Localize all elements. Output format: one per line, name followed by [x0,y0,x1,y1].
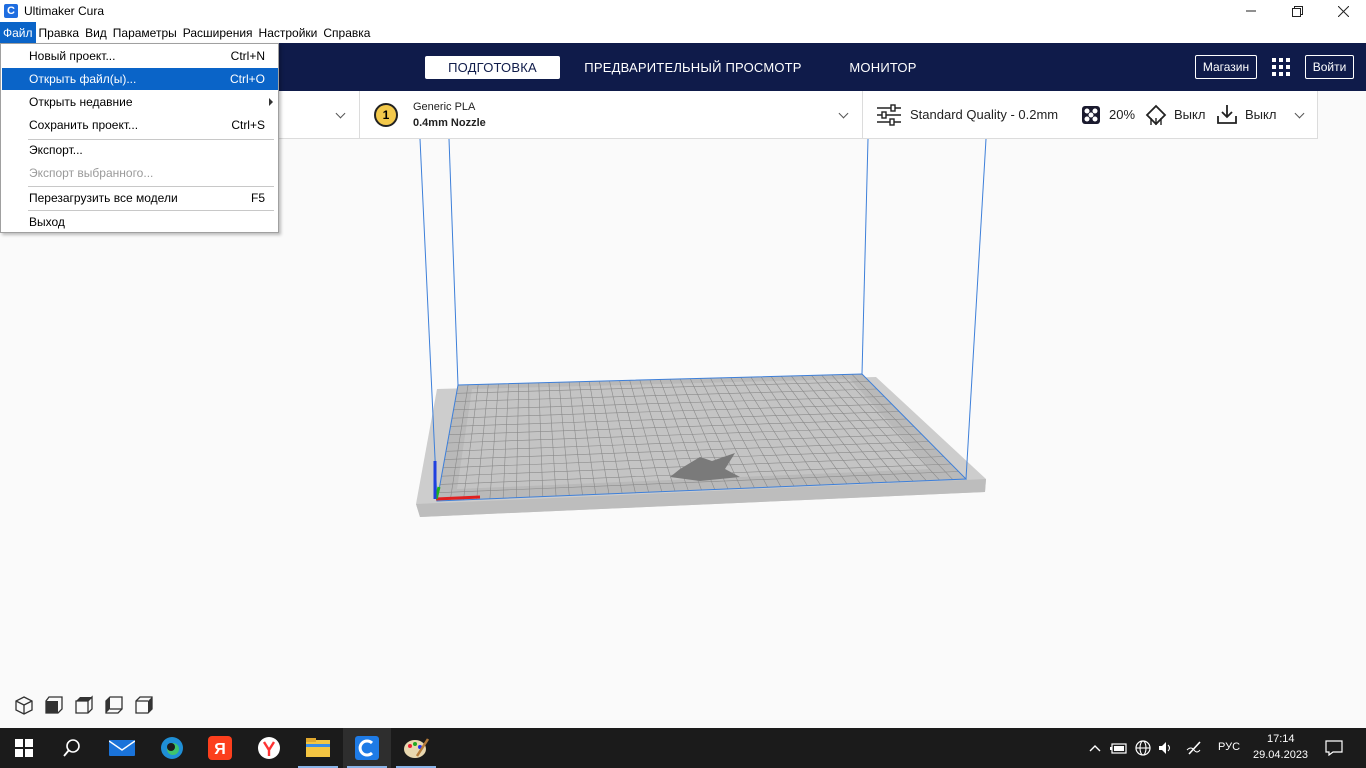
tray-date[interactable]: 29.04.2023 [1253,749,1308,761]
edge-icon[interactable] [148,728,196,768]
nozzle-size[interactable]: 0.4mm Nozzle [413,117,486,129]
menu-file[interactable]: Файл [0,22,36,43]
menu-open-recent[interactable]: Открыть недавние [2,91,278,113]
menu-edit[interactable]: Правка [36,22,83,43]
view-front-icon[interactable] [44,695,64,715]
quality-profile[interactable]: Standard Quality - 0.2mm [910,107,1058,122]
close-icon[interactable] [1320,0,1366,22]
marketplace-button[interactable]: Магазин [1195,55,1257,79]
paint-icon[interactable] [392,728,440,768]
view-3d-icon[interactable] [14,695,34,715]
tray-chevron-up-icon[interactable] [1084,728,1106,768]
cura-icon[interactable] [343,728,391,768]
search-icon[interactable] [48,728,96,768]
support-icon [1145,104,1167,129]
tray-time[interactable]: 17:14 [1267,733,1295,745]
apps-grid-icon[interactable] [1272,58,1290,76]
menu-new-project[interactable]: Новый проект... Ctrl+N [2,45,278,67]
print-settings-sliders-icon[interactable] [876,104,902,129]
signin-button[interactable]: Войти [1305,55,1354,79]
start-icon[interactable] [0,728,48,768]
menu-preferences[interactable]: Настройки [256,22,321,43]
tray-battery-icon[interactable] [1108,728,1130,768]
infill-value[interactable]: 20% [1109,107,1135,122]
submenu-arrow-icon [269,98,273,106]
support-value[interactable]: Выкл [1174,107,1205,122]
minimize-icon[interactable] [1228,0,1274,22]
menu-open-files[interactable]: Открыть файл(ы)... Ctrl+O [2,68,278,90]
menu-settings[interactable]: Параметры [110,22,180,43]
tab-monitor[interactable]: МОНИТОР [838,56,928,79]
menu-exit[interactable]: Выход [2,211,278,233]
tab-prepare[interactable]: ПОДГОТОВКА [425,56,560,79]
tray-language[interactable]: РУС [1218,741,1240,753]
window-title: Ultimaker Cura [24,4,105,18]
notification-icon[interactable] [1318,728,1350,768]
tab-preview[interactable]: ПРЕДВАРИТЕЛЬНЫЙ ПРОСМОТР [578,56,808,79]
restore-icon[interactable] [1274,0,1320,22]
yandex-icon[interactable]: Я [196,728,244,768]
svg-text:Я: Я [214,741,226,758]
explorer-icon[interactable] [294,728,342,768]
mail-icon[interactable] [98,728,146,768]
tray-network-globe-icon[interactable] [1132,728,1154,768]
menu-help[interactable]: Справка [320,22,373,43]
yandex-browser-icon[interactable] [245,728,293,768]
adhesion-icon [1216,104,1238,129]
menu-save-project[interactable]: Сохранить проект... Ctrl+S [2,114,278,136]
menu-reload-models[interactable]: Перезагрузить все модели F5 [2,187,278,209]
material-name[interactable]: Generic PLA [413,101,475,113]
tray-volume-icon[interactable] [1155,728,1177,768]
taskbar: Я РУС 17:14 29.04.2023 [0,728,1366,768]
view-top-icon[interactable] [74,695,94,715]
view-right-icon[interactable] [134,695,154,715]
infill-icon [1081,105,1101,128]
menu-extensions[interactable]: Расширения [180,22,256,43]
menu-export-selected: Экспорт выбранного... [29,166,154,180]
extruder-badge: 1 [374,103,398,127]
tray-pen-icon[interactable] [1183,728,1205,768]
menu-export[interactable]: Экспорт... [2,139,278,161]
menu-view[interactable]: Вид [82,22,110,43]
view-left-icon[interactable] [104,695,124,715]
adhesion-value[interactable]: Выкл [1245,107,1276,122]
menu-bar: Файл Правка Вид Параметры Расширения Нас… [0,22,1366,43]
file-menu-dropdown: Новый проект... Ctrl+N Открыть файл(ы)..… [0,43,279,233]
title-bar: C Ultimaker Cura [0,0,1366,22]
cura-app-icon: C [4,4,18,18]
